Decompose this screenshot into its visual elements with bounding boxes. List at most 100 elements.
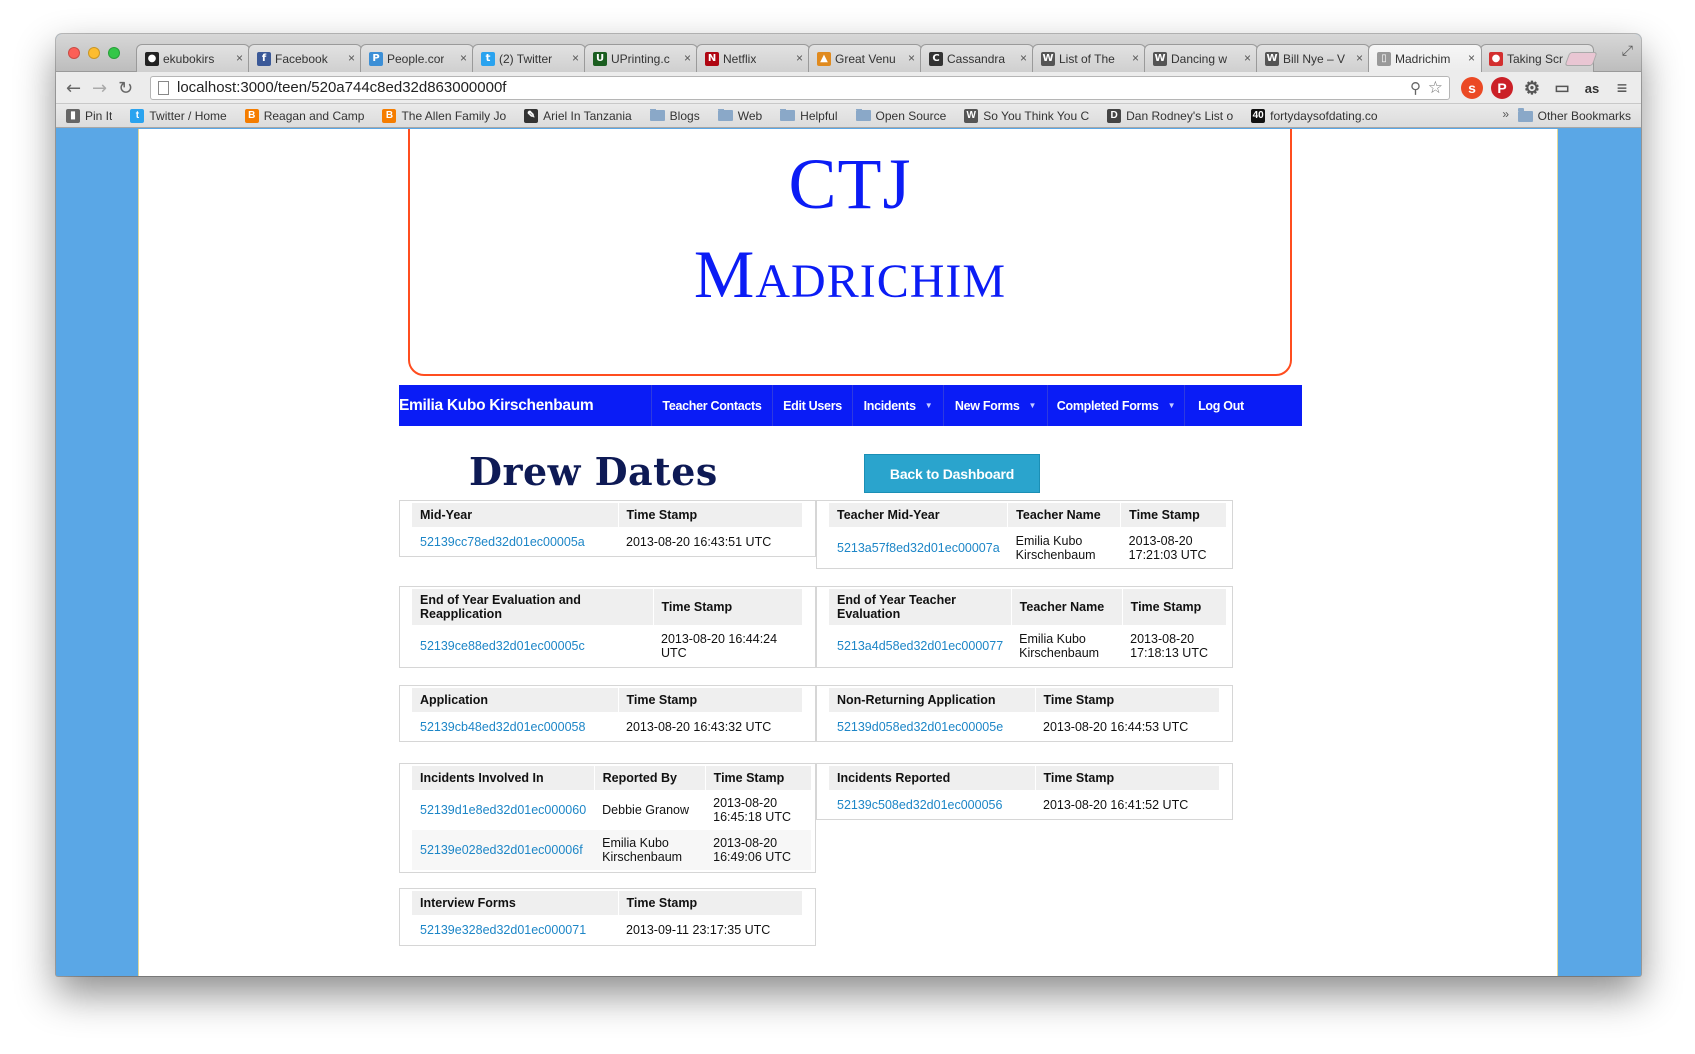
reload-icon[interactable]: ↻ — [118, 78, 133, 99]
browser-tab[interactable]: f Facebook × — [248, 44, 362, 72]
maximize-window-button[interactable] — [108, 47, 120, 59]
bookmark-item[interactable]: B The Allen Family Jo — [382, 108, 507, 123]
close-window-button[interactable] — [68, 47, 80, 59]
bookmark-item[interactable]: B Reagan and Camp — [244, 108, 364, 123]
table-row: 52139d058ed32d01ec00005e 2013-08-20 16:44… — [829, 712, 1219, 742]
record-id-link[interactable]: 52139d058ed32d01ec00005e — [829, 712, 1035, 742]
tab-close-icon[interactable]: × — [572, 51, 579, 65]
page-viewport[interactable]: CTJ Madrichim Emilia Kubo Kirschenbaum T… — [56, 129, 1641, 976]
tab-close-icon[interactable]: × — [908, 51, 915, 65]
column-header: Time Stamp — [1035, 688, 1220, 712]
caret-down-icon: ▼ — [924, 401, 933, 410]
record-id-link[interactable]: 52139ce88ed32d01ec00005c — [412, 625, 653, 667]
tab-title: Bill Nye – V — [1283, 51, 1346, 66]
browser-tab[interactable]: W Bill Nye – V × — [1256, 44, 1370, 72]
browser-tab[interactable]: N Netflix × — [696, 44, 810, 72]
browser-tab[interactable]: P People.cor × — [360, 44, 474, 72]
tab-close-icon[interactable]: × — [460, 51, 467, 65]
tab-close-icon[interactable]: × — [1020, 51, 1027, 65]
address-bar[interactable]: localhost:3000/teen/520a744c8ed32d863000… — [150, 76, 1450, 100]
column-header: Non-Returning Application — [829, 688, 1036, 712]
window-controls — [68, 47, 120, 59]
end-of-year-teacher-table: End of Year Teacher Evaluation Teacher Na… — [829, 589, 1227, 667]
site-banner: CTJ Madrichim — [408, 129, 1292, 376]
tab-close-icon[interactable]: × — [1468, 51, 1475, 65]
bookmarks-overflow-icon[interactable]: » — [1502, 107, 1509, 121]
tab-strip: ● ekubokirs × f Facebook × P People.cor × t (2) Tw… — [56, 34, 1641, 72]
table-cell: 2013-08-20 16:41:52 UTC — [1043, 798, 1189, 812]
bookmark-item[interactable]: 40 fortydaysofdating.co — [1251, 108, 1378, 123]
record-id-link[interactable]: 52139cb48ed32d01ec000058 — [412, 712, 618, 742]
table-cell: 2013-08-20 16:43:32 UTC — [626, 720, 772, 734]
bookmark-item[interactable]: ▮ Pin It — [66, 108, 112, 123]
browser-tab[interactable]: ● ekubokirs × — [136, 44, 250, 72]
nav-new-forms-dropdown[interactable]: New Forms ▼ — [943, 385, 1047, 426]
back-to-dashboard-button[interactable]: Back to Dashboard — [864, 454, 1040, 493]
bookmark-item[interactable]: Helpful — [780, 108, 838, 123]
nav-incidents-dropdown[interactable]: Incidents ▼ — [852, 385, 943, 426]
table-row: 52139e328ed32d01ec000071 2013-09-11 23:17… — [412, 915, 802, 945]
nav-teacher-contacts[interactable]: Teacher Contacts — [651, 385, 772, 426]
tab-close-icon[interactable]: × — [1132, 51, 1139, 65]
page-content: CTJ Madrichim Emilia Kubo Kirschenbaum T… — [138, 129, 1558, 976]
record-id-link[interactable]: 5213a4d58ed32d01ec000077 — [829, 625, 1011, 667]
record-id-link[interactable]: 52139c508ed32d01ec000056 — [829, 790, 1035, 820]
bookmark-label: Helpful — [800, 108, 838, 123]
folder-icon — [855, 108, 871, 121]
tab-close-icon[interactable]: × — [236, 51, 243, 65]
tab-close-icon[interactable]: × — [684, 51, 691, 65]
bookmark-item[interactable]: D Dan Rodney's List o — [1107, 108, 1233, 123]
zoom-icon[interactable]: ⚲ — [1410, 78, 1421, 100]
tab-close-icon[interactable]: × — [348, 51, 355, 65]
fullscreen-icon[interactable]: ⤢ — [1622, 42, 1633, 59]
browser-tab[interactable]: W Dancing w × — [1144, 44, 1258, 72]
tab-close-icon[interactable]: × — [796, 51, 803, 65]
stumbleupon-icon[interactable]: s — [1461, 77, 1483, 99]
gear-icon[interactable]: ⚙ — [1521, 77, 1543, 99]
nav-edit-users[interactable]: Edit Users — [772, 385, 852, 426]
table-cell: Emilia Kubo Kirschenbaum — [1015, 534, 1096, 562]
tab-close-icon[interactable]: × — [1356, 51, 1363, 65]
pinterest-icon[interactable]: P — [1491, 77, 1513, 99]
bookmark-item[interactable]: t Twitter / Home — [130, 108, 227, 123]
record-id-link[interactable]: 52139d1e8ed32d01ec000060 — [412, 790, 594, 830]
column-header: Time Stamp — [653, 589, 803, 625]
interview-forms-table: Interview Forms Time Stamp 52139e328ed32d0… — [412, 891, 803, 945]
bookmark-label: Ariel In Tanzania — [543, 108, 632, 123]
back-arrow-icon[interactable]: ← — [66, 78, 81, 99]
github-icon: ● — [145, 51, 159, 66]
browser-tab[interactable]: U UPrinting.c × — [584, 44, 698, 72]
nav-brand-user[interactable]: Emilia Kubo Kirschenbaum — [399, 385, 651, 426]
record-id-link[interactable]: 52139cc78ed32d01ec00005a — [412, 527, 618, 557]
bookmark-item[interactable]: Blogs — [649, 108, 700, 123]
table-cell: 2013-08-20 16:44:53 UTC — [1043, 720, 1189, 734]
lastfm-icon[interactable]: as — [1581, 77, 1603, 99]
browser-tab[interactable]: ▯ Madrichim × — [1368, 44, 1482, 72]
nav-log-out[interactable]: Log Out — [1184, 385, 1257, 426]
minimize-window-button[interactable] — [88, 47, 100, 59]
bookmark-star-icon[interactable]: ☆ — [1428, 77, 1443, 99]
browser-tab[interactable]: W List of The × — [1032, 44, 1146, 72]
new-tab-button[interactable] — [1564, 52, 1598, 66]
browser-tab[interactable]: t (2) Twitter × — [472, 44, 586, 72]
application-panel: Application Time Stamp 52139cb48ed32d01ec0… — [399, 685, 816, 742]
bookmark-item[interactable]: W So You Think You C — [964, 108, 1089, 123]
bookmark-item[interactable]: ✎ Ariel In Tanzania — [524, 108, 632, 123]
browser-tab[interactable]: ▲ Great Venu × — [808, 44, 922, 72]
nav-completed-forms-dropdown[interactable]: Completed Forms ▼ — [1047, 385, 1184, 426]
bookmark-label: The Allen Family Jo — [401, 108, 507, 123]
bookmark-item[interactable]: Open Source — [855, 108, 946, 123]
forward-arrow-icon[interactable]: → — [92, 78, 107, 99]
tab-close-icon[interactable]: × — [1244, 51, 1251, 65]
wikipedia-icon: W — [1265, 51, 1279, 66]
other-bookmarks[interactable]: Other Bookmarks — [1517, 107, 1631, 123]
record-id-link[interactable]: 52139e328ed32d01ec000071 — [412, 915, 618, 945]
bookmark-item[interactable]: Web — [717, 108, 762, 123]
cast-icon[interactable]: ▭ — [1551, 77, 1573, 99]
browser-tab[interactable]: C Cassandra × — [920, 44, 1034, 72]
record-id-link[interactable]: 5213a57f8ed32d01ec00007a — [829, 527, 1008, 569]
netflix-icon: N — [705, 51, 719, 66]
record-id-link[interactable]: 52139e028ed32d01ec00006f — [412, 830, 595, 870]
tab-title: Cassandra — [947, 51, 1006, 66]
menu-icon[interactable]: ≡ — [1611, 77, 1633, 99]
